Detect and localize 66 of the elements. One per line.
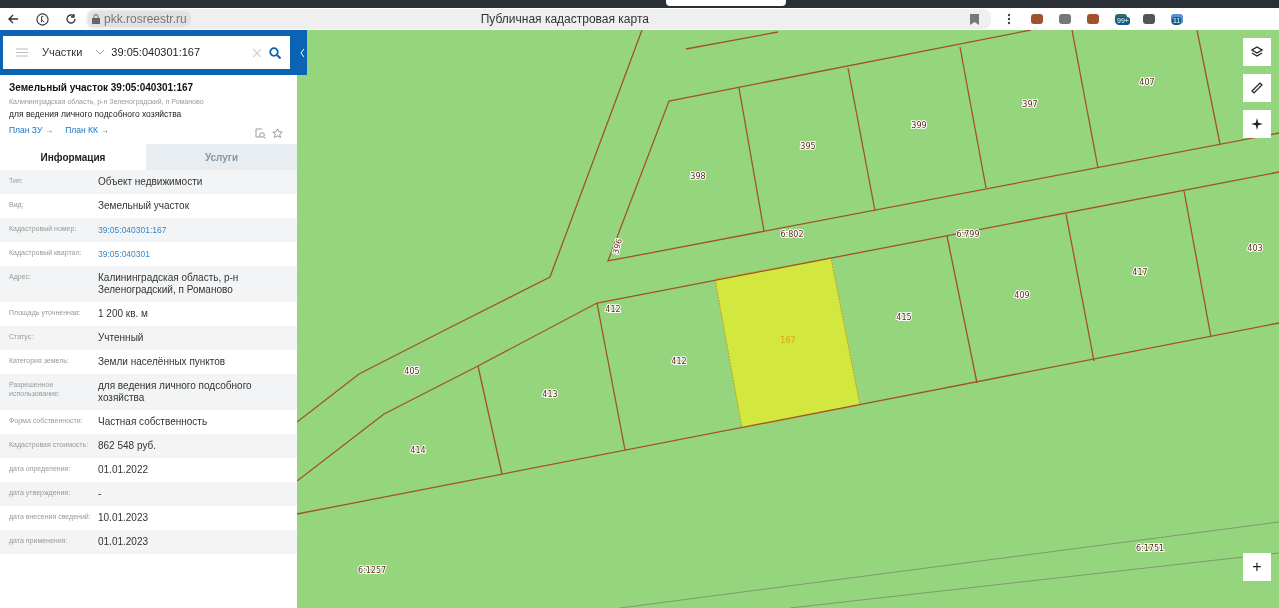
extension-icon[interactable] <box>1029 12 1045 26</box>
field-value: 1 200 кв. м <box>98 308 149 320</box>
layers-button[interactable] <box>1243 38 1271 66</box>
object-purpose: для ведения личного подсобного хозяйства <box>9 109 183 120</box>
menu-icon[interactable] <box>1007 13 1011 25</box>
url-text: pkk.rosreestr.ru <box>104 11 187 28</box>
parcel-number: 407 <box>1139 78 1155 87</box>
parcel-number: 6:799 <box>956 230 980 239</box>
field-value: 01.01.2023 <box>98 536 150 548</box>
parcel-number: 398 <box>690 172 706 181</box>
object-title: Земельный участок 39:05:040301:167 <box>9 82 195 94</box>
star-icon[interactable] <box>272 128 283 139</box>
reload-icon[interactable] <box>65 13 77 25</box>
search-icon[interactable] <box>269 46 281 59</box>
search-field[interactable]: Участки 39:05:040301:167 <box>3 36 290 69</box>
parcel-number: 405 <box>404 367 420 376</box>
field-value: Земли населённых пунктов <box>98 356 227 368</box>
field-link[interactable]: 39:05:040301:167 <box>98 224 278 236</box>
field-value: Объект недвижимости <box>98 176 204 188</box>
parcel-number: 167 <box>780 336 796 345</box>
category-dropdown[interactable]: Участки <box>42 44 83 61</box>
field-value: для ведения личного подсобного хозяйства <box>98 380 253 404</box>
layers-icon <box>1251 46 1263 58</box>
parcel-number: 399 <box>911 121 927 130</box>
bookmark-icon[interactable] <box>970 13 979 25</box>
ruler-icon <box>1251 82 1263 94</box>
extension-icon[interactable] <box>1057 12 1073 26</box>
parcel-number: 413 <box>542 390 558 399</box>
field-value: 10.01.2023 <box>98 512 150 524</box>
field-value: Калининградская область, р-н Зеленоградский, п Романово <box>98 272 240 296</box>
parcel-number: 412 <box>671 357 687 366</box>
locate-button[interactable] <box>1243 110 1271 138</box>
caret-icon[interactable] <box>96 50 105 55</box>
parcel-number: 396 <box>611 237 624 255</box>
field-link[interactable]: 39:05:040301 <box>98 248 278 260</box>
lock-icon <box>92 14 100 24</box>
field-value: - <box>98 488 103 500</box>
parcel-number: 6:1751 <box>1135 544 1165 553</box>
plan-link[interactable]: План КК → <box>65 124 109 137</box>
parcel-number: 414 <box>410 446 426 455</box>
parcel-number: 397 <box>1022 100 1038 109</box>
field-value: Земельный участок <box>98 200 190 212</box>
parcel-number: 403 <box>1247 244 1263 253</box>
parcel-number: 412 <box>605 305 621 314</box>
chevron-left-icon <box>299 48 305 57</box>
parcel-number: 415 <box>896 313 912 322</box>
parcel-number: 417 <box>1132 268 1148 277</box>
plan-link[interactable]: План ЗУ → <box>9 124 54 137</box>
field-value: Частная собственность <box>98 416 209 428</box>
ruler-button[interactable] <box>1243 74 1271 102</box>
field-value: 01.01.2022 <box>98 464 150 476</box>
field-value: Учтенный <box>98 332 145 344</box>
field-value: 862 548 руб. <box>98 440 157 452</box>
parcel-number: 6:802 <box>780 230 804 239</box>
page-title: Публичная кадастровая карта <box>480 11 649 28</box>
crosshair-icon <box>1251 118 1263 130</box>
address-bar[interactable]: pkk.rosreestr.ru Публичная кадастровая карта <box>86 9 991 29</box>
parcel-number: 395 <box>800 142 816 151</box>
search-input[interactable]: 39:05:040301:167 <box>111 44 201 61</box>
parcel-number: 409 <box>1014 291 1030 300</box>
back-icon[interactable] <box>7 13 19 25</box>
extension-icon[interactable] <box>1141 12 1157 26</box>
zoom-in-button[interactable]: + <box>1243 553 1271 581</box>
parcel-number: 6:1257 <box>357 566 387 575</box>
browser-logo-icon[interactable] <box>36 12 49 26</box>
extension-icon[interactable] <box>1085 12 1101 26</box>
